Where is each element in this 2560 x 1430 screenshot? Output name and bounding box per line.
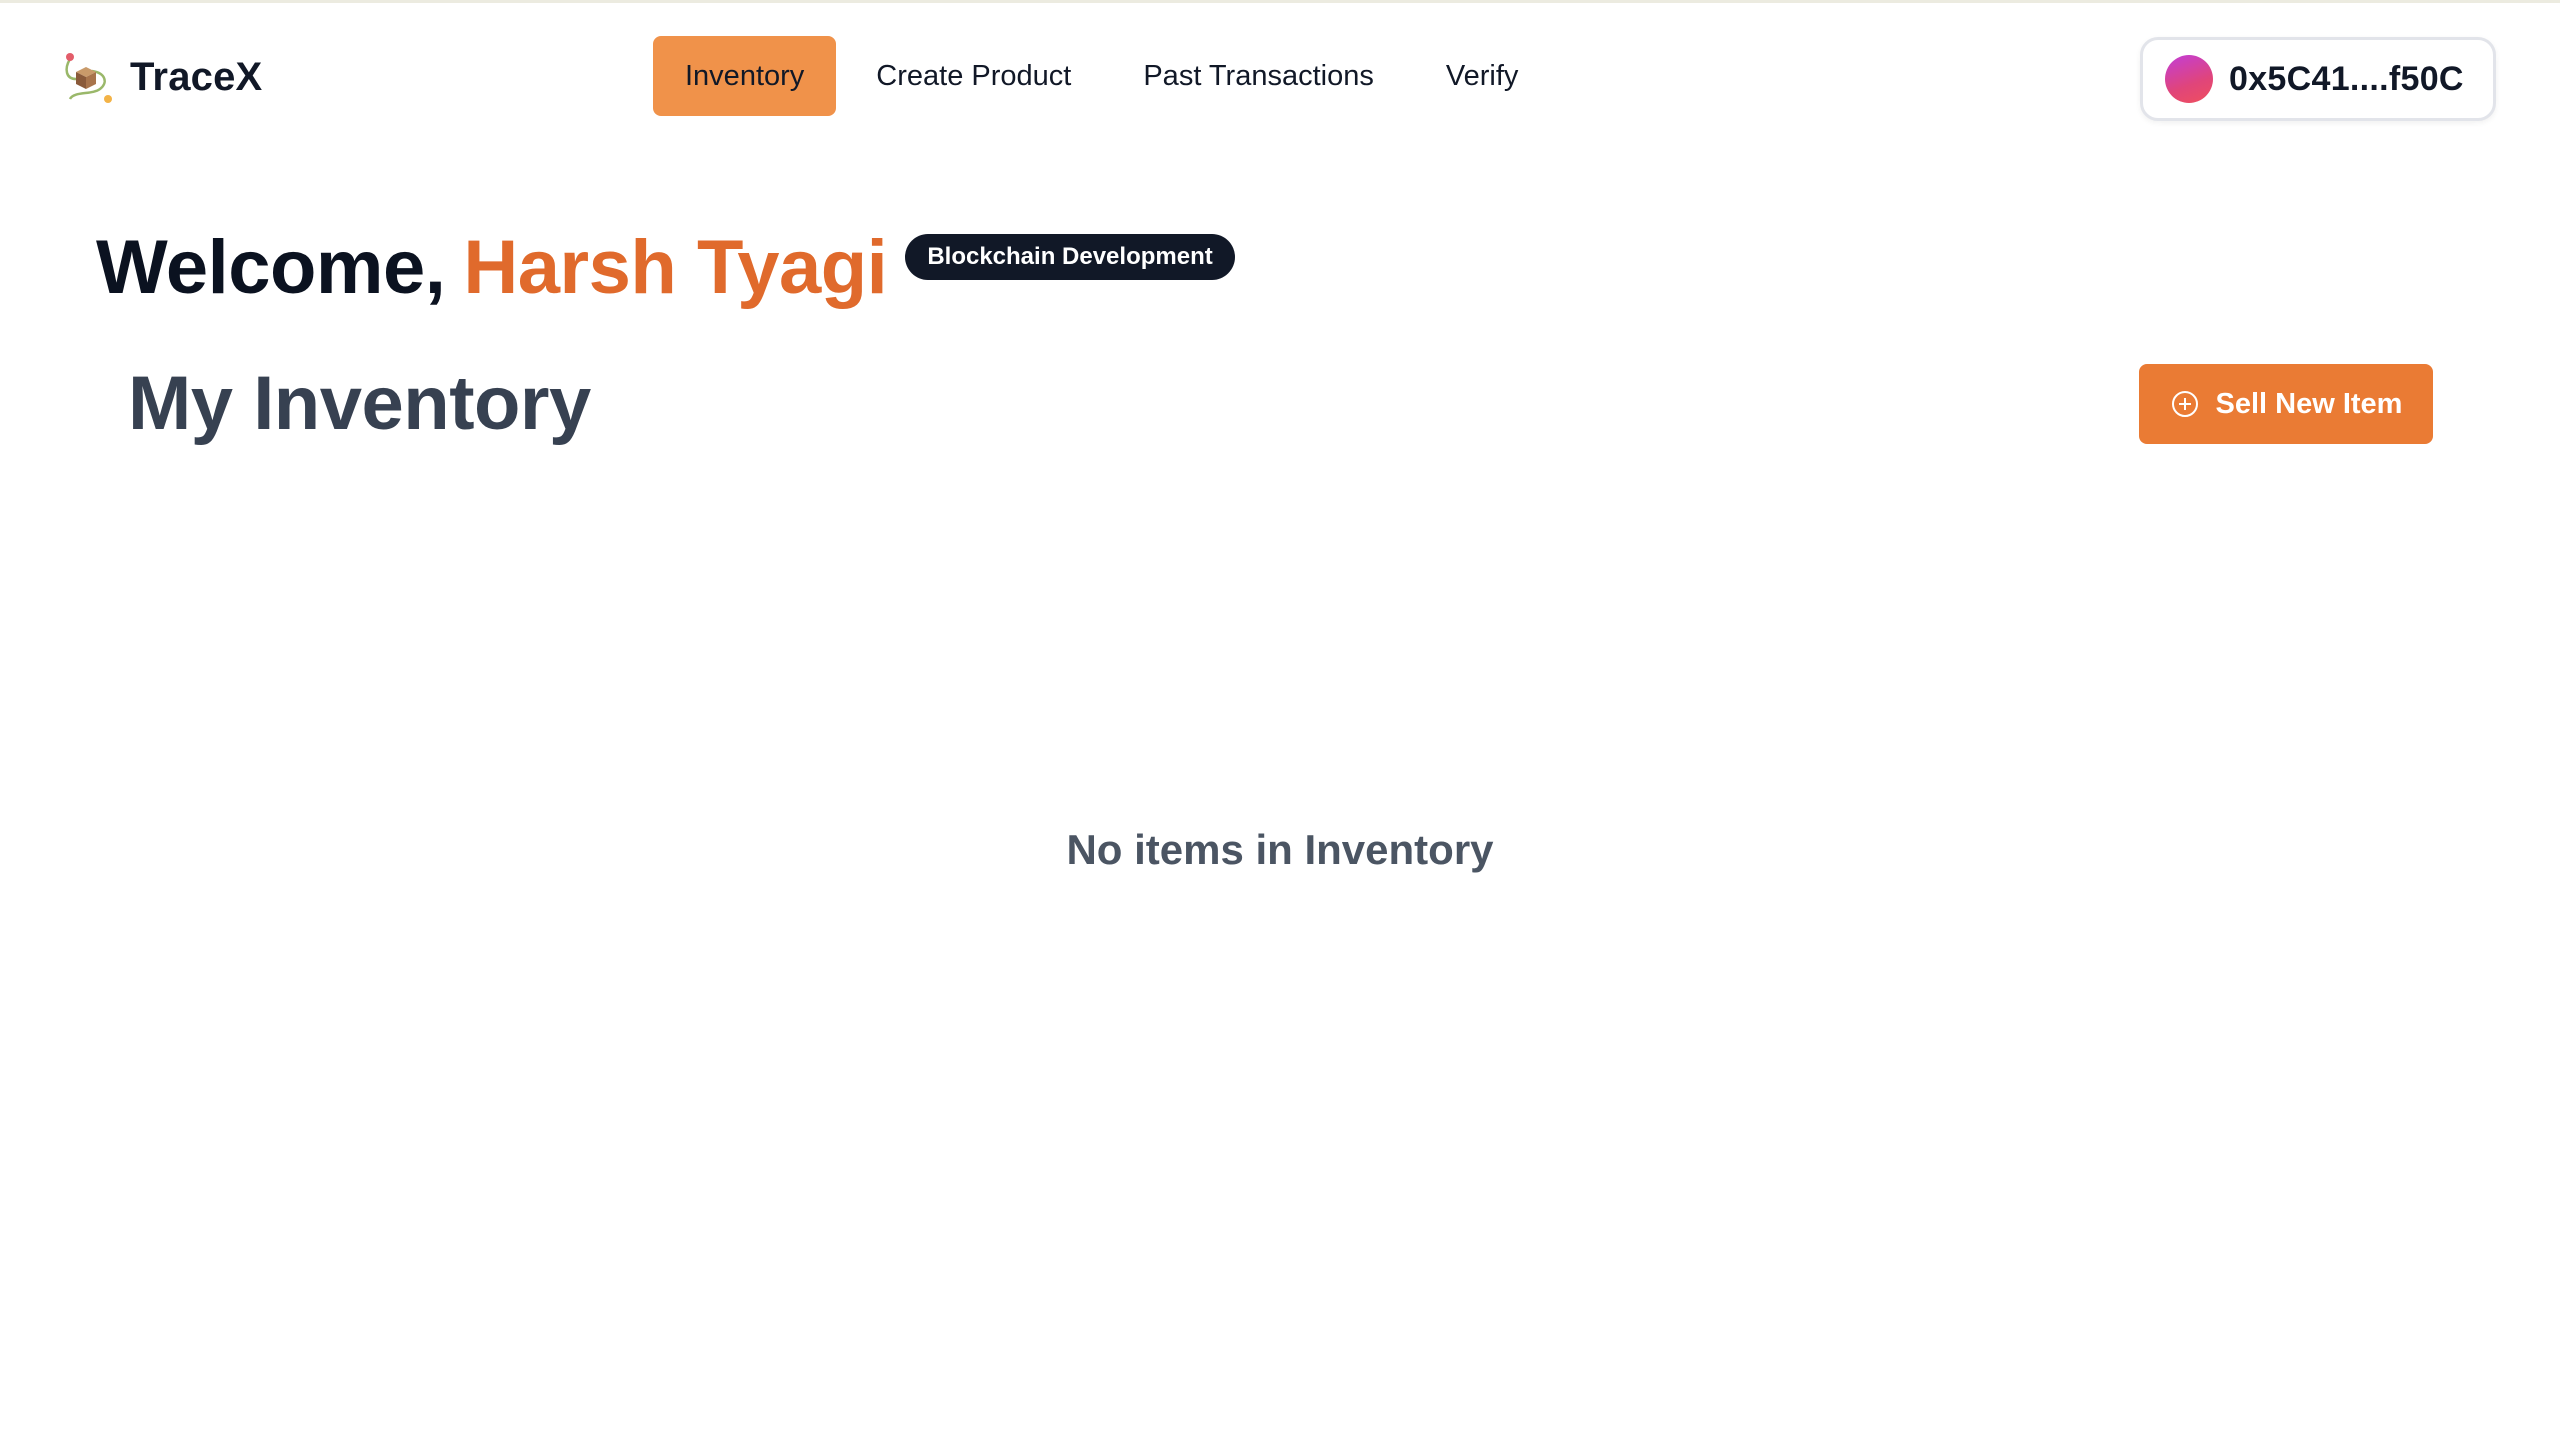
wallet-button[interactable]: 0x5C41....f50C xyxy=(2140,37,2496,121)
user-name: Harsh Tyagi xyxy=(463,224,888,310)
page-title: My Inventory xyxy=(128,361,591,446)
plus-circle-icon xyxy=(2170,389,2200,419)
brand-name: TraceX xyxy=(130,54,263,99)
wallet-address: 0x5C41....f50C xyxy=(2229,59,2464,98)
nav-item-create-product[interactable]: Create Product xyxy=(844,36,1103,116)
wallet-avatar-icon xyxy=(2165,55,2213,103)
empty-state-message: No items in Inventory xyxy=(1066,826,1494,873)
tracex-logo-icon xyxy=(62,49,114,105)
role-badge: Blockchain Development xyxy=(905,234,1235,280)
top-navbar: TraceX Inventory Create Product Past Tra… xyxy=(0,3,2560,149)
brand[interactable]: TraceX xyxy=(62,49,262,105)
sell-new-item-button[interactable]: Sell New Item xyxy=(2139,364,2433,444)
nav-item-inventory[interactable]: Inventory xyxy=(653,36,837,116)
sell-new-item-label: Sell New Item xyxy=(2215,387,2403,420)
nav-item-past-transactions[interactable]: Past Transactions xyxy=(1111,36,1406,116)
welcome-heading: Welcome, Harsh Tyagi Blockchain Developm… xyxy=(96,222,1235,312)
main-nav: Inventory Create Product Past Transactio… xyxy=(653,36,1550,116)
nav-item-verify[interactable]: Verify xyxy=(1414,36,1551,116)
welcome-prefix: Welcome, xyxy=(96,224,446,310)
